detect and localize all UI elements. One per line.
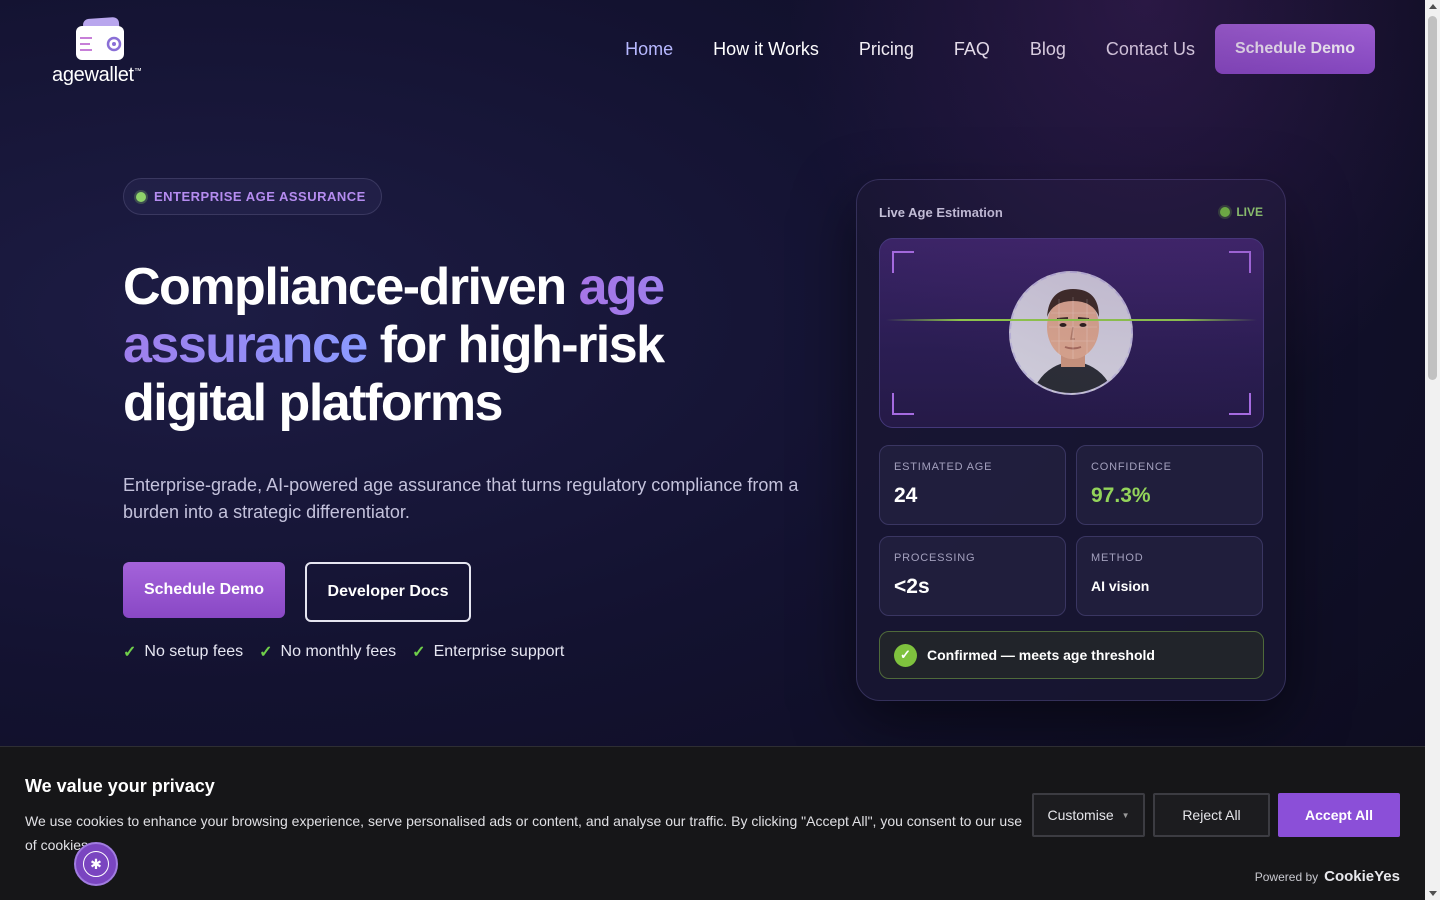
scan-corner-icon: [1229, 393, 1251, 415]
cookieyes-logo[interactable]: CookieYes: [1324, 868, 1400, 885]
main-nav: Home How it Works Pricing FAQ Blog Conta…: [585, 24, 1375, 74]
nav-how-it-works[interactable]: How it Works: [713, 39, 819, 60]
check-icon: ✓: [259, 644, 273, 661]
accessibility-button[interactable]: ✱: [74, 842, 118, 886]
developer-docs-button[interactable]: Developer Docs: [305, 562, 471, 622]
scan-corner-icon: [1229, 251, 1251, 273]
feature-label: Enterprise support: [433, 643, 565, 660]
nav-home[interactable]: Home: [625, 39, 673, 60]
customise-label: Customise: [1047, 807, 1114, 823]
scroll-thumb[interactable]: [1428, 16, 1437, 380]
face-photo: [1009, 271, 1133, 395]
live-label: LIVE: [1236, 205, 1263, 219]
feature-label: No monthly fees: [280, 643, 397, 660]
nav-schedule-demo-button[interactable]: Schedule Demo: [1214, 24, 1375, 74]
logo[interactable]: agewallet™: [52, 12, 156, 92]
stat-label: METHOD: [1091, 552, 1144, 564]
nav-contact-us[interactable]: Contact Us: [1106, 39, 1195, 60]
scan-corner-icon: [892, 393, 914, 415]
stat-method: METHOD AI vision: [1076, 536, 1263, 616]
page-scrollbar[interactable]: [1425, 0, 1440, 900]
status-dot-icon: [136, 192, 146, 202]
hero-badge-label: ENTERPRISE AGE ASSURANCE: [154, 189, 366, 204]
cookie-banner: We value your privacy We use cookies to …: [0, 746, 1425, 900]
scroll-up-arrow-icon[interactable]: [1429, 4, 1437, 9]
check-icon: ✓: [412, 644, 426, 661]
feature-item: ✓ No setup fees: [123, 642, 243, 662]
scan-corner-icon: [892, 251, 914, 273]
stat-label: CONFIDENCE: [1091, 461, 1172, 473]
accessibility-icon: ✱: [83, 851, 109, 877]
hero-badge: ENTERPRISE AGE ASSURANCE: [123, 178, 382, 215]
caret-down-icon: ▼: [1121, 810, 1130, 820]
feature-list: ✓ No setup fees ✓ No monthly fees ✓ Ente…: [123, 642, 580, 662]
schedule-demo-button[interactable]: Schedule Demo: [123, 562, 285, 618]
powered-by: Powered by CookieYes: [1255, 868, 1400, 885]
card-title: Live Age Estimation: [879, 205, 1003, 220]
check-circle-icon: ✓: [894, 643, 917, 667]
feature-label: No setup fees: [144, 643, 244, 660]
hero-headline: Compliance-driven age assurance for high…: [123, 258, 763, 432]
scan-line: [886, 319, 1257, 321]
stat-value: AI vision: [1091, 578, 1150, 594]
scroll-down-arrow-icon[interactable]: [1429, 891, 1437, 896]
stat-label: PROCESSING: [894, 552, 976, 564]
reject-all-button[interactable]: Reject All: [1153, 793, 1270, 837]
headline-part1: Compliance-driven: [123, 258, 579, 316]
feature-item: ✓ Enterprise support: [412, 642, 564, 662]
nav-faq[interactable]: FAQ: [954, 39, 990, 60]
live-dot-icon: [1220, 207, 1231, 217]
stat-value: 97.3%: [1091, 484, 1151, 507]
wallet-logo-icon: [76, 17, 124, 60]
live-indicator: LIVE: [1220, 205, 1263, 219]
stat-value: <2s: [894, 575, 930, 598]
accept-all-button[interactable]: Accept All: [1278, 793, 1400, 837]
nav-blog[interactable]: Blog: [1030, 39, 1066, 60]
confirmation-banner: ✓ Confirmed — meets age threshold: [879, 631, 1264, 679]
stat-value: 24: [894, 484, 918, 507]
cookie-title: We value your privacy: [25, 776, 215, 796]
age-estimation-card: Live Age Estimation LIVE ESTIMATED AGE 2…: [856, 179, 1286, 701]
feature-item: ✓ No monthly fees: [259, 642, 396, 662]
face-scan-viewport: [879, 238, 1264, 428]
face-illustration-icon: [1011, 273, 1131, 393]
nav-pricing[interactable]: Pricing: [859, 39, 914, 60]
confirmation-text: Confirmed — meets age threshold: [927, 647, 1155, 663]
cookie-text: We use cookies to enhance your browsing …: [25, 813, 1022, 853]
stat-estimated-age: ESTIMATED AGE 24: [879, 445, 1066, 525]
hero-subhead: Enterprise-grade, AI-powered age assuran…: [123, 475, 799, 522]
stat-label: ESTIMATED AGE: [894, 461, 993, 473]
logo-wordmark: agewallet™: [52, 64, 142, 86]
stat-confidence: CONFIDENCE 97.3%: [1076, 445, 1263, 525]
page: agewallet™ Home How it Works Pricing FAQ…: [0, 0, 1425, 900]
customise-button[interactable]: Customise ▼: [1032, 793, 1145, 837]
check-icon: ✓: [123, 644, 137, 661]
powered-by-label: Powered by: [1254, 869, 1319, 884]
stat-processing: PROCESSING <2s: [879, 536, 1066, 616]
